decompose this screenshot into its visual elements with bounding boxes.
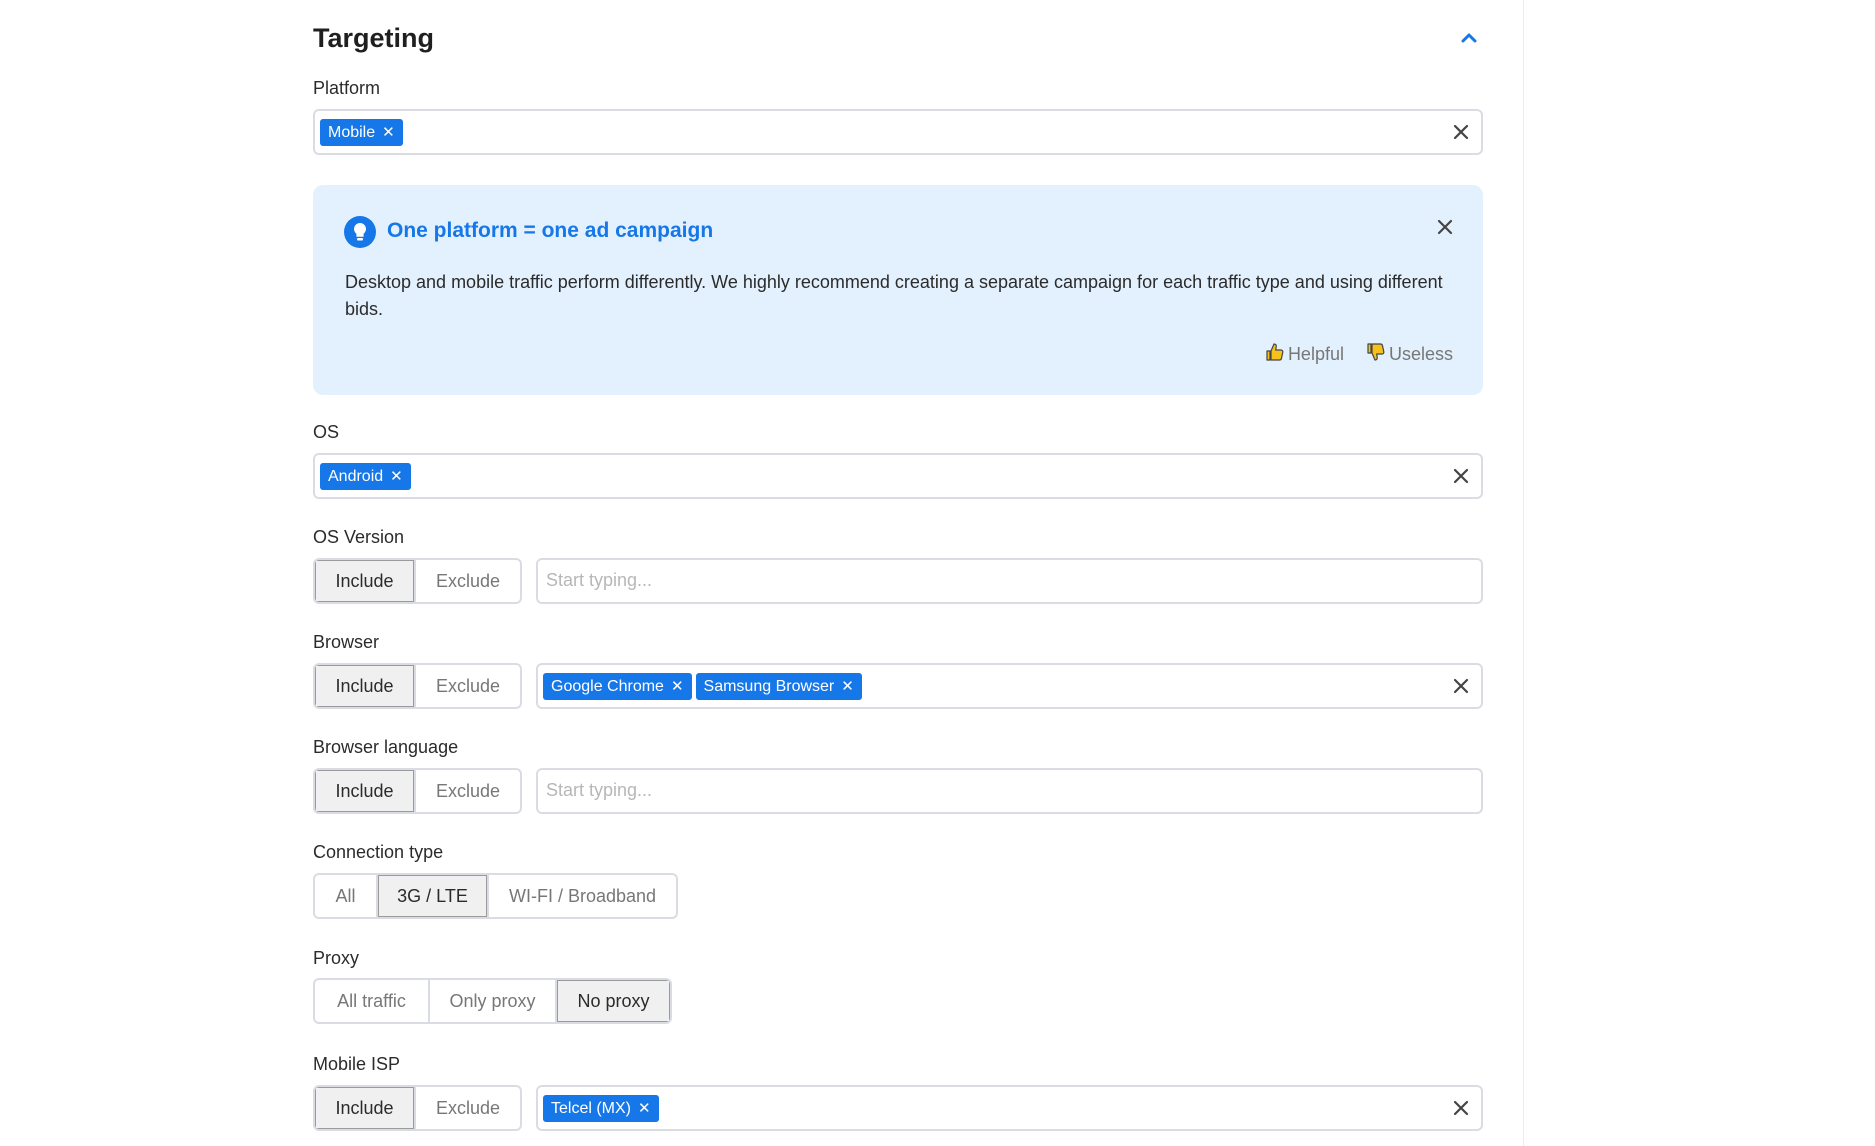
info-text: Desktop and mobile traffic perform diffe… <box>345 272 1443 319</box>
connection-option-wifi[interactable]: WI-FI / Broadband <box>489 875 676 917</box>
include-button[interactable]: Include <box>315 665 417 707</box>
connection-type-label: Connection type <box>313 842 444 862</box>
platform-label: Platform <box>313 78 381 98</box>
useless-label: Useless <box>1388 344 1453 364</box>
lightbulb-icon <box>344 216 376 248</box>
remove-tag-icon[interactable]: ✕ <box>841 673 854 700</box>
exclude-button[interactable]: Exclude <box>416 770 520 812</box>
proxy-option-all-traffic[interactable]: All traffic <box>315 980 430 1022</box>
connection-type-toggle: All 3G / LTE WI-FI / Broadband <box>313 873 678 919</box>
tag-label: Samsung Browser <box>703 678 835 695</box>
close-icon[interactable] <box>1451 466 1471 486</box>
browser-label: Browser <box>313 632 380 652</box>
helpful-button[interactable]: Helpful <box>1265 342 1344 367</box>
tag-google-chrome: Google Chrome ✕ <box>543 673 692 700</box>
remove-tag-icon[interactable]: ✕ <box>638 1095 651 1122</box>
useless-button[interactable]: Useless <box>1366 342 1453 367</box>
placeholder: Start typing... <box>546 570 653 590</box>
os-select[interactable]: Android ✕ <box>313 453 1483 499</box>
mobile-isp-label: Mobile ISP <box>313 1054 401 1074</box>
tag-label: Mobile <box>328 124 376 141</box>
tag-android: Android ✕ <box>320 463 411 490</box>
tag-telcel: Telcel (MX) ✕ <box>543 1095 659 1122</box>
close-icon[interactable] <box>1435 217 1455 237</box>
os-label: OS <box>313 422 340 442</box>
browser-language-label: Browser language <box>313 737 459 757</box>
exclude-button[interactable]: Exclude <box>416 665 520 707</box>
info-title: One platform = one ad campaign <box>387 219 714 242</box>
proxy-option-only-proxy[interactable]: Only proxy <box>430 980 557 1022</box>
feedback: Helpful Useless <box>1265 342 1453 367</box>
thumbs-up-icon <box>1265 342 1285 367</box>
close-icon[interactable] <box>1451 122 1471 142</box>
browser-select[interactable]: Google Chrome ✕ Samsung Browser ✕ <box>536 663 1483 709</box>
tag-label: Telcel (MX) <box>551 1100 632 1117</box>
proxy-toggle: All traffic Only proxy No proxy <box>313 978 672 1024</box>
connection-option-all[interactable]: All <box>315 875 378 917</box>
browser-language-input[interactable]: Start typing... <box>536 768 1483 814</box>
mobile-isp-select[interactable]: Telcel (MX) ✕ <box>536 1085 1483 1131</box>
os-version-input[interactable]: Start typing... <box>536 558 1483 604</box>
tag-mobile: Mobile ✕ <box>320 119 403 146</box>
browser-mode: Include Exclude <box>313 663 522 709</box>
mobile-isp-mode: Include Exclude <box>313 1085 522 1131</box>
tag-samsung-browser: Samsung Browser ✕ <box>695 673 862 700</box>
section-header: Targeting <box>313 18 1483 58</box>
placeholder: Start typing... <box>546 780 653 800</box>
right-divider <box>1523 0 1524 1146</box>
close-icon[interactable] <box>1451 676 1471 696</box>
remove-tag-icon[interactable]: ✕ <box>382 119 395 146</box>
tag-label: Android <box>328 468 384 485</box>
proxy-label: Proxy <box>313 948 360 968</box>
platform-select[interactable]: Mobile ✕ <box>313 109 1483 155</box>
remove-tag-icon[interactable]: ✕ <box>390 463 403 490</box>
include-button[interactable]: Include <box>315 560 417 602</box>
remove-tag-icon[interactable]: ✕ <box>671 673 684 700</box>
close-icon[interactable] <box>1451 1098 1471 1118</box>
helpful-label: Helpful <box>1287 344 1344 364</box>
browser-language-mode: Include Exclude <box>313 768 522 814</box>
thumbs-down-icon <box>1366 342 1386 367</box>
exclude-button[interactable]: Exclude <box>416 560 520 602</box>
include-button[interactable]: Include <box>315 1087 417 1129</box>
chevron-up-icon[interactable] <box>1455 24 1483 52</box>
info-box: One platform = one ad campaign Desktop a… <box>313 185 1483 395</box>
include-button[interactable]: Include <box>315 770 417 812</box>
section-title: Targeting <box>313 23 434 53</box>
tag-label: Google Chrome <box>551 678 664 695</box>
proxy-option-no-proxy[interactable]: No proxy <box>557 980 670 1022</box>
exclude-button[interactable]: Exclude <box>416 1087 520 1129</box>
os-version-mode: Include Exclude <box>313 558 522 604</box>
os-version-label: OS Version <box>313 527 405 547</box>
connection-option-3g-lte[interactable]: 3G / LTE <box>378 875 489 917</box>
